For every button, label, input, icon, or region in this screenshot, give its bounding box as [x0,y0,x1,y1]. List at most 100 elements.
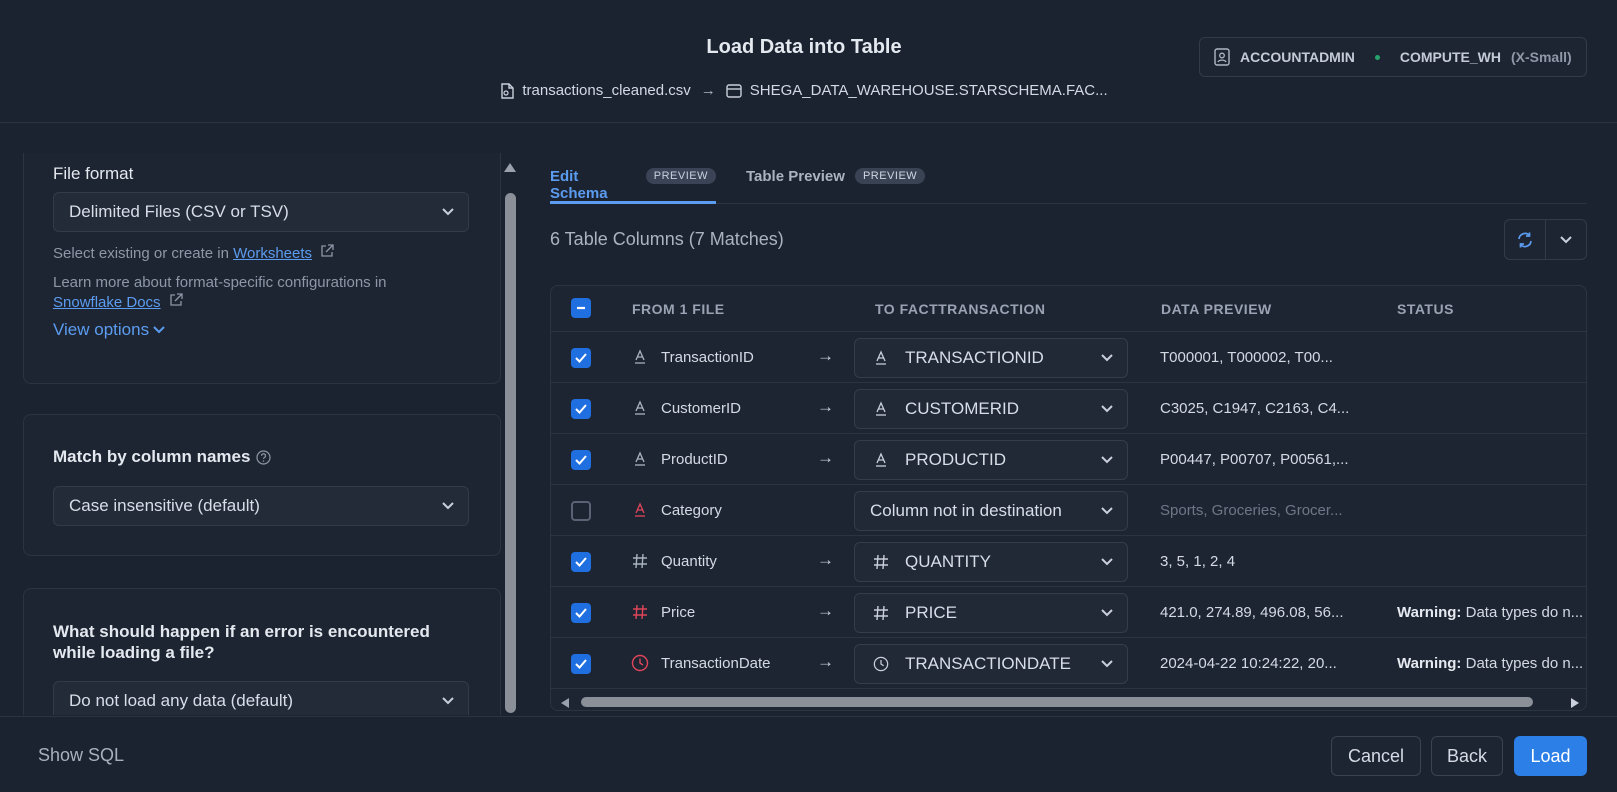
chevron-down-icon [442,208,454,216]
view-options-toggle[interactable]: View options [53,320,165,340]
status-label: Warning: [1397,655,1462,672]
worksheets-link[interactable]: Worksheets [233,245,312,262]
destination-column-name: QUANTITY [905,552,991,571]
tab-edit-schema[interactable]: Edit Schema PREVIEW [550,160,716,204]
back-button[interactable]: Back [1431,736,1503,776]
refresh-icon [1516,231,1534,249]
data-preview: T000001, T000002, T00... [1160,349,1333,366]
tab-table-preview[interactable]: Table Preview PREVIEW [746,160,926,204]
text-type-icon [631,398,649,418]
context-selector[interactable]: ACCOUNTADMIN COMPUTE_WH (X-Small) [1199,37,1587,77]
options-scrollbar-thumb[interactable] [505,193,516,713]
row-checkbox[interactable] [571,552,591,572]
table-row: Quantity → QUANTITY 3, 5, 1, 2, 4 [551,536,1586,587]
scroll-left-arrow-icon[interactable] [560,696,570,710]
arrow-right-icon: → [817,346,834,365]
col-header-source[interactable]: FROM 1 FILE [632,301,725,317]
scroll-right-arrow-icon[interactable] [1570,696,1580,710]
destination-column-select[interactable]: CUSTOMERID [854,389,1128,429]
timestamp-type-icon [631,653,649,673]
file-format-label: File format [53,164,134,183]
refresh-button[interactable] [1505,220,1545,259]
row-checkbox[interactable] [571,450,591,470]
warehouse-size: (X-Small) [1510,49,1572,65]
refresh-options-button[interactable] [1545,220,1586,259]
source-column-name: Price [661,604,696,621]
file-format-select[interactable]: Delimited Files (CSV or TSV) [53,192,469,232]
chevron-down-icon [1101,405,1113,413]
load-path: transactions_cleaned.csv → SHEGA_DATA_WA… [0,82,1608,99]
file-format-value: Delimited Files (CSV or TSV) [69,202,289,221]
refresh-button-group [1504,219,1587,260]
schema-tabs: Edit Schema PREVIEW Table Preview PREVIE… [550,160,1587,204]
match-columns-value: Case insensitive (default) [69,496,260,515]
destination-column-name: PRODUCTID [905,450,1007,469]
on-error-select[interactable]: Do not load any data (default) [53,681,469,715]
text-type-icon [631,347,649,367]
data-preview: Sports, Groceries, Grocer... [1160,502,1343,519]
row-checkbox[interactable] [571,654,591,674]
number-type-icon [873,554,889,570]
source-column-name: TransactionID [661,349,754,366]
match-columns-select[interactable]: Case insensitive (default) [53,486,469,526]
destination-column-select[interactable]: PRICE [854,593,1128,633]
on-error-value: Do not load any data (default) [69,691,293,710]
table-horizontal-scrollbar[interactable] [551,692,1586,710]
chevron-down-icon [153,326,165,334]
destination-column-select[interactable]: Column not in destination [854,491,1128,531]
snowflake-docs-link[interactable]: Snowflake Docs [53,294,161,311]
user-badge-icon [1214,48,1230,66]
arrow-right-icon: → [817,448,834,467]
scroll-up-arrow-icon[interactable] [503,160,517,172]
arrow-right-icon: → [817,601,834,620]
preview-badge: PREVIEW [645,168,716,184]
destination-column-select[interactable]: TRANSACTIONDATE [854,644,1128,684]
warehouse-name: COMPUTE_WH [1399,49,1501,65]
table-row: Category Column not in destination Sports,… [551,485,1586,536]
destination-column-name: TRANSACTIONID [905,348,1044,367]
external-link-icon [169,293,183,307]
status-message: Warning: Data types do n... [1397,604,1584,621]
text-type-icon [631,449,649,469]
data-preview: C3025, C1947, C2163, C4... [1160,400,1350,417]
load-button[interactable]: Load [1514,736,1587,776]
show-sql-button[interactable]: Show SQL [38,745,124,766]
table-row: CustomerID → CUSTOMERID C3025, C1947, C2163… [551,383,1586,434]
destination-column-select[interactable]: QUANTITY [854,542,1128,582]
col-header-destination[interactable]: TO FACTTRANSACTION [875,301,1046,317]
row-checkbox[interactable] [571,399,591,419]
header: Load Data into Table transactions_cleane… [0,0,1617,123]
destination-column-select[interactable]: TRANSACTIONID [854,338,1128,378]
source-column-name: CustomerID [661,400,742,417]
number-type-icon [631,602,649,622]
status-message: Warning: Data types do n... [1397,655,1584,672]
row-checkbox[interactable] [571,348,591,368]
file-icon [500,82,515,99]
table-row: ProductID → PRODUCTID P00447, P00707, P0056… [551,434,1586,485]
arrow-right-icon: → [700,82,716,99]
data-preview: P00447, P00707, P00561,... [1160,451,1349,468]
destination-table-name: SHEGA_DATA_WAREHOUSE.STARSCHEMA.FAC... [749,82,1108,99]
arrow-right-icon: → [817,550,834,569]
chevron-down-icon [1101,660,1113,668]
chevron-down-icon [1101,354,1113,362]
cancel-button[interactable]: Cancel [1331,736,1421,776]
row-checkbox[interactable] [571,501,591,521]
chevron-down-icon [1101,456,1113,464]
text-type-icon [631,500,649,520]
col-header-preview[interactable]: DATA PREVIEW [1161,301,1272,317]
row-checkbox[interactable] [571,603,591,623]
docs-help: Learn more about format-specific configu… [53,274,387,311]
data-preview: 3, 5, 1, 2, 4 [1160,553,1236,570]
help-icon[interactable] [256,449,272,465]
col-header-status[interactable]: STATUS [1397,301,1454,317]
destination-column-select[interactable]: PRODUCTID [854,440,1128,480]
table-row: TransactionID → TRANSACTIONID T000001, T000… [551,332,1586,383]
table-scrollbar-thumb[interactable] [581,697,1533,707]
footer: Show SQL Cancel Back Load [0,716,1617,792]
preview-badge: PREVIEW [854,168,926,184]
select-all-checkbox[interactable] [571,298,591,318]
destination-column-name: TRANSACTIONDATE [905,654,1071,673]
number-type-icon [873,605,889,621]
arrow-right-icon: → [817,397,834,416]
